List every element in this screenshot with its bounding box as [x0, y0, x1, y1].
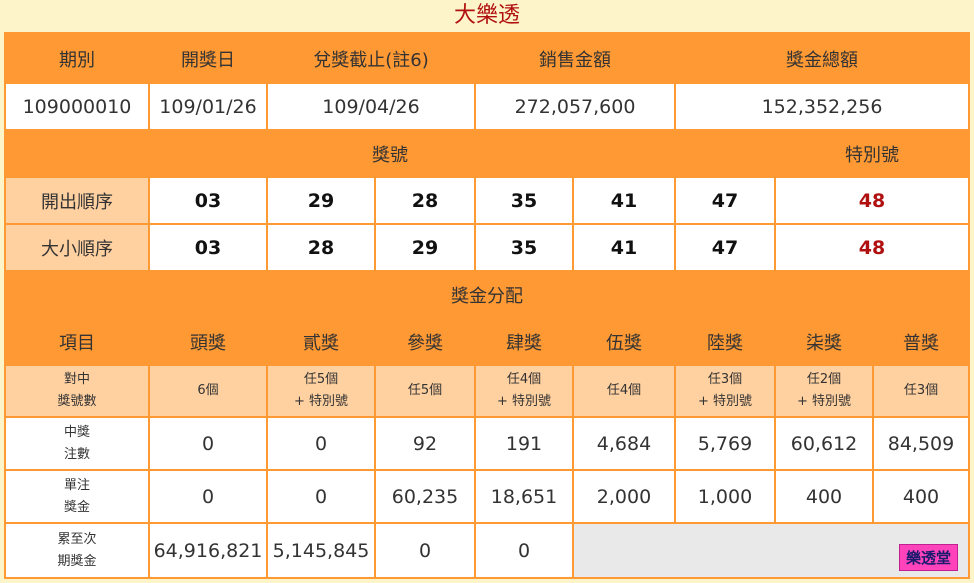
winners-row-label-line: 注數 — [63, 446, 90, 462]
drawn-number: 28 — [268, 225, 374, 270]
prize-amount-cell: 400 — [874, 471, 968, 522]
match-count-cell: 任3個 — [874, 366, 968, 416]
drawn-number: 35 — [476, 225, 572, 270]
prize-header-cell: 伍獎 — [574, 319, 674, 364]
info-value-cell: 272,057,600 — [476, 84, 674, 129]
prize-amount-cell: 0 — [268, 471, 374, 522]
info-header-cell: 銷售金額 — [476, 34, 674, 83]
drawn-number: 41 — [574, 225, 674, 270]
page-title: 大樂透 — [453, 3, 520, 28]
info-header-cell: 期別 — [6, 34, 148, 83]
carryover-row-label-line: 期獎金 — [57, 553, 97, 569]
special-number-header: 特別號 — [776, 131, 968, 176]
drawn-number: 29 — [268, 178, 374, 223]
info-header-cell: 獎金總額 — [676, 34, 968, 83]
winners-count-cell: 4,684 — [574, 418, 674, 469]
site-logo-watermark: 樂透堂 — [898, 544, 958, 571]
info-value-cell: 109/04/26 — [268, 84, 474, 129]
winners-count-cell: 84,509 — [874, 418, 968, 469]
match-count-cell-line: + 特別號 — [496, 394, 552, 409]
prize-header-cell: 參獎 — [376, 319, 474, 364]
winners-count-cell: 60,612 — [776, 418, 872, 469]
amount-row-label-line: 單注 — [63, 477, 90, 493]
match-count-cell-line: 任4個 — [606, 383, 642, 398]
winners-count-cell: 191 — [476, 418, 572, 469]
carryover-row-label: 累至次 期獎金 — [6, 524, 148, 577]
prize-amount-cell: 18,651 — [476, 471, 572, 522]
amount-row-label-line: 獎金 — [63, 499, 90, 515]
drawn-number: 29 — [376, 225, 474, 270]
carryover-amount-cell: 64,916,821 — [150, 524, 266, 577]
numbers-header: 獎號 — [6, 131, 774, 176]
match-count-cell: 任4個 + 特別號 — [476, 366, 572, 416]
match-row-label-line: 對中 — [63, 372, 90, 387]
match-count-cell-line: 任3個 — [903, 383, 939, 398]
match-count-cell-line: + 特別號 — [697, 394, 753, 409]
prize-header-cell: 柒獎 — [776, 319, 872, 364]
match-count-cell-line: 任2個 — [806, 372, 842, 387]
carryover-amount-cell: 0 — [376, 524, 474, 577]
number-row-label: 開出順序 — [6, 178, 148, 223]
prize-header-cell: 陸獎 — [676, 319, 774, 364]
winners-count-cell: 5,769 — [676, 418, 774, 469]
match-count-cell: 任4個 — [574, 366, 674, 416]
drawn-number: 35 — [476, 178, 572, 223]
prize-amount-cell: 60,235 — [376, 471, 474, 522]
drawn-number: 41 — [574, 178, 674, 223]
info-header-cell: 兌獎截止(註6) — [268, 34, 474, 83]
special-number: 48 — [776, 225, 968, 270]
match-count-cell: 6個 — [150, 366, 266, 416]
carryover-amount-cell: 5,145,845 — [268, 524, 374, 577]
drawn-number: 03 — [150, 225, 266, 270]
prize-header-cell: 頭獎 — [150, 319, 266, 364]
prize-header-cell: 貳獎 — [268, 319, 374, 364]
prize-header-cell: 肆獎 — [476, 319, 572, 364]
winners-row-label: 中獎 注數 — [6, 418, 148, 469]
prize-header-cell: 項目 — [6, 319, 148, 364]
winners-count-cell: 92 — [376, 418, 474, 469]
drawn-number: 03 — [150, 178, 266, 223]
match-count-cell-line: 6個 — [197, 383, 219, 398]
empty-carryover-area: 樂透堂 — [574, 524, 968, 577]
lottery-result-table: 期別 開獎日 兌獎截止(註6) 銷售金額 獎金總額 109000010 109/01/26 1… — [4, 32, 970, 579]
drawn-number: 47 — [676, 178, 774, 223]
carryover-amount-cell: 0 — [476, 524, 572, 577]
drawn-number: 47 — [676, 225, 774, 270]
number-row-label: 大小順序 — [6, 225, 148, 270]
prize-amount-cell: 1,000 — [676, 471, 774, 522]
match-count-cell-line: 任4個 — [506, 372, 542, 387]
winners-count-cell: 0 — [150, 418, 266, 469]
match-row-label: 對中 獎號數 — [6, 366, 148, 416]
prize-section-title: 獎金分配 — [6, 272, 968, 317]
match-count-cell-line: + 特別號 — [796, 394, 852, 409]
match-count-cell: 任3個 + 特別號 — [676, 366, 774, 416]
drawn-number: 28 — [376, 178, 474, 223]
prize-amount-cell: 0 — [150, 471, 266, 522]
info-value-cell: 109/01/26 — [150, 84, 266, 129]
info-value-cell: 152,352,256 — [676, 84, 968, 129]
special-number: 48 — [776, 178, 968, 223]
match-count-cell-line: 任5個 — [303, 372, 339, 387]
prize-header-cell: 普獎 — [874, 319, 968, 364]
match-count-cell: 任5個 — [376, 366, 474, 416]
winners-count-cell: 0 — [268, 418, 374, 469]
match-count-cell-line: 任5個 — [407, 383, 443, 398]
info-value-cell: 109000010 — [6, 84, 148, 129]
prize-amount-cell: 2,000 — [574, 471, 674, 522]
carryover-row-label-line: 累至次 — [57, 531, 97, 547]
prize-amount-cell: 400 — [776, 471, 872, 522]
match-count-cell: 任5個 + 特別號 — [268, 366, 374, 416]
match-count-cell-line: 任3個 — [707, 372, 743, 387]
match-count-cell: 任2個 + 特別號 — [776, 366, 872, 416]
match-row-label-line: 獎號數 — [57, 394, 97, 409]
amount-row-label: 單注 獎金 — [6, 471, 148, 522]
winners-row-label-line: 中獎 — [63, 424, 90, 440]
match-count-cell-line: + 特別號 — [293, 394, 349, 409]
info-header-cell: 開獎日 — [150, 34, 266, 83]
